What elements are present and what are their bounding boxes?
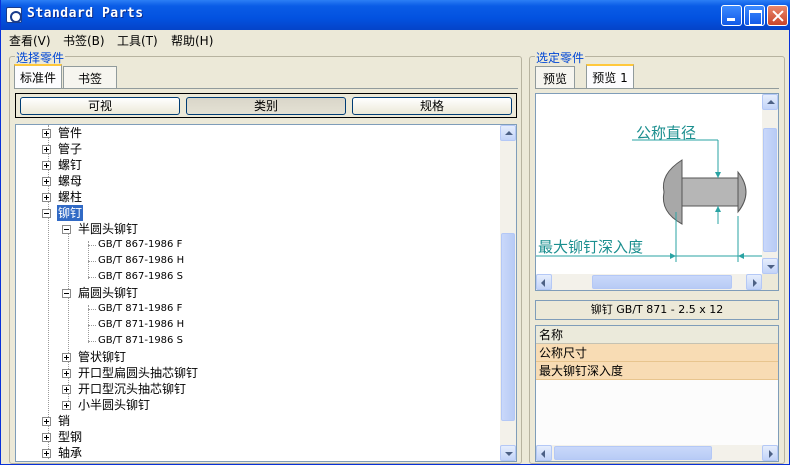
expand-icon[interactable] — [42, 417, 51, 426]
view-category-button[interactable]: 类别 — [186, 97, 346, 115]
view-spec-button[interactable]: 规格 — [352, 97, 512, 115]
tree-guide — [88, 305, 89, 343]
rivet-diagram: 公称直径 最大铆钉深入度 — [536, 124, 762, 262]
expand-icon[interactable] — [62, 401, 71, 410]
scroll-down-arrow-icon[interactable] — [762, 258, 778, 274]
expand-icon[interactable] — [42, 193, 51, 202]
menu-help[interactable]: 帮助(H) — [171, 32, 213, 49]
expand-icon[interactable] — [62, 353, 71, 362]
scroll-thumb[interactable] — [592, 275, 732, 289]
scroll-up-arrow-icon[interactable] — [762, 94, 778, 110]
close-button[interactable] — [767, 5, 788, 26]
parts-tree: 管件 管子 螺钉 螺母 螺柱 铆钉 半圆头铆钉 GB/T 867-1986 F — [15, 124, 517, 462]
rivet-head — [662, 159, 683, 225]
rivet-shank — [681, 177, 739, 207]
scroll-thumb[interactable] — [501, 233, 515, 421]
expand-icon[interactable] — [62, 385, 71, 394]
tab-bookmarks[interactable]: 书签 — [63, 66, 117, 88]
tree-guide — [48, 125, 49, 459]
diameter-label: 公称直径 — [636, 124, 696, 142]
menu-bookmarks[interactable]: 书签(B) — [63, 32, 105, 49]
collapse-icon[interactable] — [62, 225, 71, 234]
column-header-name[interactable]: 名称 — [536, 326, 778, 344]
minimize-button[interactable] — [721, 5, 742, 26]
scroll-down-arrow-icon[interactable] — [500, 445, 516, 461]
app-icon[interactable] — [6, 7, 22, 23]
scroll-left-arrow-icon[interactable] — [536, 274, 552, 290]
expand-icon[interactable] — [42, 145, 51, 154]
view-visual-button[interactable]: 可视 — [20, 97, 180, 115]
window-title: Standard Parts — [27, 6, 144, 21]
view-mode-bar: 可视 类别 规格 — [15, 93, 517, 118]
menu-tools[interactable]: 工具(T) — [117, 32, 158, 49]
preview-horizontal-scrollbar[interactable] — [536, 274, 762, 290]
expand-icon[interactable] — [42, 433, 51, 442]
expand-icon[interactable] — [42, 177, 51, 186]
part-preview: 公称直径 最大铆钉深入度 — [535, 93, 779, 291]
tree-guide — [88, 241, 89, 279]
preview-vertical-scrollbar[interactable] — [762, 94, 778, 274]
list-item[interactable]: 最大铆钉深入度 — [536, 362, 778, 380]
tab-preview-1[interactable]: 预览 1 — [586, 64, 634, 88]
parameters-list: 名称 公称尺寸 最大铆钉深入度 — [535, 325, 779, 462]
scroll-left-arrow-icon[interactable] — [536, 445, 552, 461]
collapse-icon[interactable] — [42, 209, 51, 218]
scroll-thumb[interactable] — [554, 446, 712, 460]
tab-strip-line — [14, 88, 518, 89]
scroll-corner — [762, 274, 778, 290]
rivet-tail — [737, 170, 747, 214]
tab-strip-line — [535, 88, 779, 89]
scroll-right-arrow-icon[interactable] — [746, 274, 762, 290]
tree-vertical-scrollbar[interactable] — [500, 125, 516, 461]
scroll-right-arrow-icon[interactable] — [762, 445, 778, 461]
collapse-icon[interactable] — [62, 289, 71, 298]
menu-bar: 查看(V) 书签(B) 工具(T) 帮助(H) — [1, 30, 790, 49]
expand-icon[interactable] — [42, 449, 51, 458]
parameters-horizontal-scrollbar[interactable] — [536, 445, 778, 461]
tree-guide — [68, 225, 69, 407]
menu-view[interactable]: 查看(V) — [9, 32, 51, 49]
expand-icon[interactable] — [42, 161, 51, 170]
selected-part-name: 铆钉 GB/T 871 - 2.5 x 12 — [535, 300, 779, 320]
list-item[interactable]: 公称尺寸 — [536, 344, 778, 362]
scroll-up-arrow-icon[interactable] — [500, 125, 516, 141]
scroll-thumb[interactable] — [763, 128, 777, 252]
tab-standard-parts[interactable]: 标准件 — [14, 64, 62, 88]
tab-preview[interactable]: 预览 — [535, 66, 575, 88]
app-window: Standard Parts 查看(V) 书签(B) 工具(T) 帮助(H) 选… — [0, 0, 790, 465]
title-bar[interactable]: Standard Parts — [1, 0, 790, 30]
depth-label: 最大铆钉深入度 — [538, 238, 643, 256]
expand-icon[interactable] — [62, 369, 71, 378]
maximize-button[interactable] — [744, 5, 765, 26]
selected-part-label: 选定零件 — [535, 49, 586, 66]
expand-icon[interactable] — [42, 129, 51, 138]
